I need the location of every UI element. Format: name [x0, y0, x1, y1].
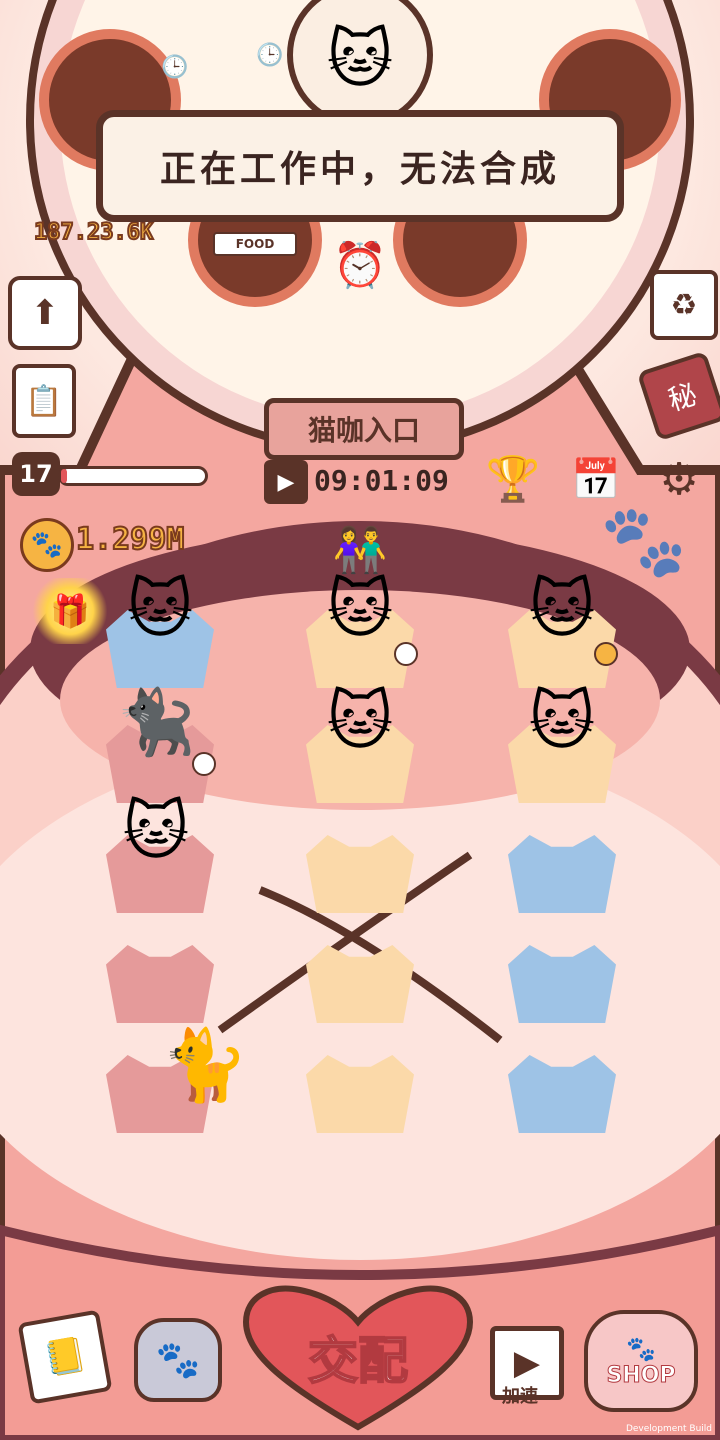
white-cat-icon[interactable]: 🐱	[300, 10, 420, 110]
level-progress-bar	[58, 466, 208, 486]
cat-white-walking[interactable]: 🐈	[150, 1020, 260, 1110]
timer-badge-icon	[394, 642, 418, 666]
breed-label: 交配	[307, 1331, 409, 1391]
level-badge: 17	[12, 452, 60, 496]
tile-cream[interactable]	[306, 945, 414, 1023]
tile-blue[interactable]	[508, 835, 616, 913]
shop-paw-icon: 🐾	[626, 1334, 656, 1363]
food-label: FOOD	[213, 232, 297, 256]
trophy-icon[interactable]: 🏆	[478, 446, 548, 512]
cat-cream-calico[interactable]: 🐱	[522, 672, 602, 772]
cat-calico[interactable]: 🐱	[120, 560, 200, 660]
timer-badge-icon	[192, 752, 216, 776]
clock-icon: 🕒	[256, 42, 284, 68]
cafe-entrance-button[interactable]: 猫咖入口	[264, 398, 464, 460]
dev-build-label: Development Build	[625, 1424, 712, 1434]
paw-coin-counter: 1.299M	[75, 521, 185, 558]
cat-blue-grey[interactable]: 🐱	[320, 672, 400, 772]
task-list-icon[interactable]: 📋	[12, 364, 76, 438]
gift-box-icon[interactable]: 🎁	[30, 578, 110, 644]
cat-tabby-white[interactable]: 🐱	[320, 560, 400, 660]
cat-bag-icon[interactable]: 🐾	[134, 1318, 222, 1402]
paw-print-icon: 🐾	[600, 500, 688, 582]
recycle-box-icon[interactable]: ♻	[650, 270, 718, 340]
tile-blue[interactable]	[508, 945, 616, 1023]
cat-tabby-white[interactable]: 🐱	[522, 560, 602, 660]
tile-rose[interactable]	[106, 945, 214, 1023]
shop-label: SHOP	[606, 1362, 676, 1388]
countdown-timer: 09:01:09	[314, 464, 449, 497]
play-icon[interactable]: ▶	[264, 460, 308, 504]
cat-siamese[interactable]: 🐱	[116, 782, 196, 882]
cat-brown[interactable]: 🐈‍⬛	[116, 672, 196, 772]
paw-coin-badge-icon	[594, 642, 618, 666]
tile-cream[interactable]	[306, 835, 414, 913]
speed-label: 加速	[502, 1386, 538, 1407]
upgrade-mug-icon[interactable]: ⬆	[8, 276, 82, 350]
alarm-clock-icon[interactable]: ⏰	[330, 235, 390, 295]
paw-coin-icon: 🐾	[20, 518, 74, 572]
breed-button[interactable]: 交配	[240, 1282, 476, 1432]
toast-message: 正在工作中，无法合成	[96, 110, 624, 222]
clock-icon: 🕒	[161, 54, 189, 80]
album-icon[interactable]: 📒	[17, 1309, 113, 1405]
level-progress-fill	[61, 469, 67, 483]
coin-counter: 187.23.6K	[33, 219, 154, 246]
shop-button[interactable]: 🐾 SHOP	[584, 1310, 698, 1412]
